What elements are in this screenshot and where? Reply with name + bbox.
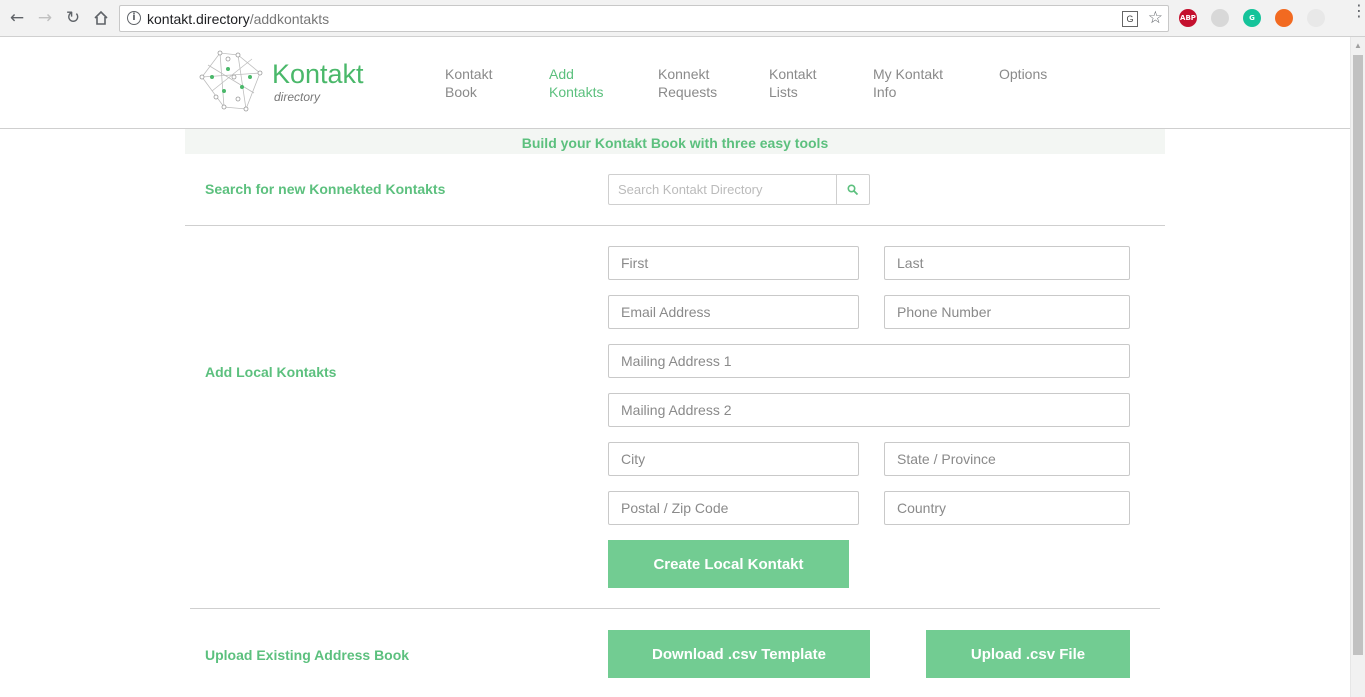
section-divider — [190, 608, 1160, 609]
address2-field[interactable] — [608, 393, 1130, 427]
first-name-field[interactable] — [608, 246, 859, 280]
email-field[interactable] — [608, 295, 859, 329]
last-name-field[interactable] — [884, 246, 1130, 280]
search-icon — [847, 183, 859, 195]
browser-toolbar: ← → ↻ i kontakt.directory/addkontakts G … — [0, 0, 1365, 37]
nav-kontakt-book[interactable]: Kontakt Book — [445, 65, 492, 101]
nav-options[interactable]: Options — [999, 65, 1047, 83]
download-csv-template-button[interactable]: Download .csv Template — [608, 630, 870, 678]
site-header: Kontakt directory Kontakt Book Add Konta… — [0, 37, 1350, 129]
create-local-kontakt-button[interactable]: Create Local Kontakt — [608, 540, 849, 588]
back-arrow-icon[interactable]: ← — [6, 7, 28, 29]
scroll-up-arrow-icon[interactable]: ▲ — [1354, 41, 1362, 50]
ghost-extension-icon[interactable] — [1211, 9, 1229, 27]
page-scrollbar[interactable]: ▲ — [1350, 37, 1365, 697]
adblock-plus-icon[interactable]: ABP — [1179, 9, 1197, 27]
kontakt-logo[interactable]: Kontakt directory — [198, 47, 368, 117]
local-section-label: Add Local Kontakts — [205, 364, 337, 380]
support-lifebuoy-icon[interactable] — [1275, 9, 1293, 27]
nav-konnekt-requests[interactable]: Konnekt Requests — [658, 65, 717, 101]
search-section-label: Search for new Konnekted Kontakts — [205, 181, 446, 197]
network-logo-icon — [199, 50, 263, 112]
phone-field[interactable] — [884, 295, 1130, 329]
scroll-thumb[interactable] — [1353, 55, 1363, 655]
nav-kontakt-lists[interactable]: Kontakt Lists — [769, 65, 816, 101]
info-icon[interactable]: i — [127, 11, 141, 25]
url-text: kontakt.directory/addkontakts — [147, 11, 330, 27]
menu-dots-icon[interactable]: ⋮ — [1351, 3, 1365, 19]
reload-icon[interactable]: ↻ — [62, 7, 84, 29]
nav-my-kontakt-info[interactable]: My Kontakt Info — [873, 65, 943, 101]
search-button[interactable] — [836, 175, 869, 204]
logo-subtitle: directory — [274, 90, 321, 104]
home-icon[interactable] — [90, 7, 112, 29]
city-field[interactable] — [608, 442, 859, 476]
address1-field[interactable] — [608, 344, 1130, 378]
search-input[interactable] — [609, 175, 837, 204]
eyedropper-icon[interactable] — [1307, 9, 1325, 27]
logo-wordmark: Kontakt — [272, 59, 364, 89]
directory-search — [608, 174, 870, 205]
page-banner: Build your Kontakt Book with three easy … — [185, 129, 1165, 154]
address-bar[interactable]: i kontakt.directory/addkontakts G ☆ — [119, 5, 1169, 32]
upload-section-label: Upload Existing Address Book — [205, 647, 410, 663]
translate-icon[interactable]: G — [1122, 11, 1138, 27]
section-divider — [185, 225, 1165, 226]
grammarly-icon[interactable]: G — [1243, 9, 1261, 27]
state-field[interactable] — [884, 442, 1130, 476]
bookmark-star-icon[interactable]: ☆ — [1148, 8, 1163, 28]
nav-add-kontakts[interactable]: Add Kontakts — [549, 65, 603, 101]
forward-arrow-icon[interactable]: → — [34, 7, 56, 29]
upload-csv-file-button[interactable]: Upload .csv File — [926, 630, 1130, 678]
country-field[interactable] — [884, 491, 1130, 525]
postal-code-field[interactable] — [608, 491, 859, 525]
